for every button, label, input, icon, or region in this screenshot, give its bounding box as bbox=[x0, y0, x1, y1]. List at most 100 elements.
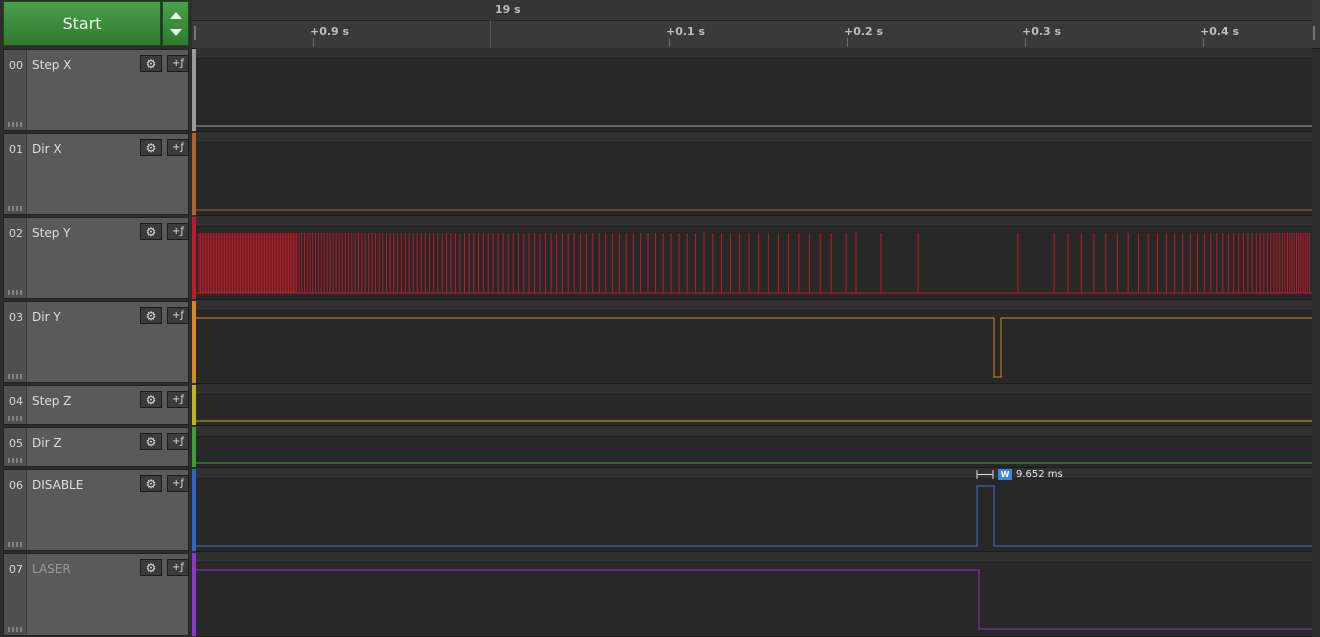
channel-row-dir-z: 05 Dir Z ⚙ +ƒ bbox=[0, 426, 1320, 468]
waveform-step-y[interactable] bbox=[196, 216, 1312, 300]
channel-number-cell: 01 bbox=[4, 134, 27, 214]
grip-icon[interactable] bbox=[8, 122, 22, 127]
channel-label-panel[interactable]: 02 Step Y ⚙ +ƒ bbox=[3, 217, 189, 299]
grip-icon[interactable] bbox=[8, 458, 22, 463]
start-button[interactable]: Start bbox=[3, 1, 161, 46]
waveform-trace bbox=[196, 420, 1312, 422]
channel-name[interactable]: Dir X bbox=[32, 142, 62, 156]
channel-label-panel[interactable]: 05 Dir Z ⚙ +ƒ bbox=[3, 427, 189, 467]
channel-row-dir-x: 01 Dir X ⚙ +ƒ bbox=[0, 132, 1320, 216]
waveform-dir-z[interactable] bbox=[196, 426, 1312, 468]
channel-number: 06 bbox=[9, 479, 23, 492]
channel-row-dir-y: 03 Dir Y ⚙ +ƒ bbox=[0, 300, 1320, 384]
channel-number-cell: 03 bbox=[4, 302, 27, 382]
channel-number-cell: 07 bbox=[4, 554, 27, 635]
channel-name[interactable]: Step Y bbox=[32, 226, 70, 240]
waveform-dir-y[interactable] bbox=[196, 300, 1312, 384]
absolute-time-bar: 19 s bbox=[192, 0, 1312, 21]
channel-label-panel[interactable]: 04 Step Z ⚙ +ƒ bbox=[3, 385, 189, 425]
grip-icon[interactable] bbox=[8, 374, 22, 379]
absolute-time-label: 19 s bbox=[495, 3, 521, 16]
gear-icon[interactable]: ⚙ bbox=[140, 475, 162, 492]
waveform-trace bbox=[196, 485, 1312, 547]
channel-row-step-x: 00 Step X ⚙ +ƒ bbox=[0, 48, 1320, 132]
channel-label-panel[interactable]: 00 Step X ⚙ +ƒ bbox=[3, 49, 189, 131]
channel-name[interactable]: DISABLE bbox=[32, 478, 83, 492]
grip-icon[interactable] bbox=[8, 542, 22, 547]
grip-icon[interactable] bbox=[8, 206, 22, 211]
grip-icon[interactable] bbox=[8, 416, 22, 421]
tick-label: +0.3 s bbox=[1022, 25, 1062, 38]
waveform-trace bbox=[196, 209, 1312, 211]
logic-analyzer-window: Start 19 s +0.9 s +0.1 s +0.2 s +0.3 s +… bbox=[0, 0, 1320, 637]
channel-label-panel[interactable]: 01 Dir X ⚙ +ƒ bbox=[3, 133, 189, 215]
add-analyzer-icon[interactable]: +ƒ bbox=[167, 307, 189, 324]
waveform-trace bbox=[196, 233, 1312, 294]
pulse-width-value: 9.652 ms bbox=[1016, 469, 1063, 480]
width-arrows-icon bbox=[976, 470, 994, 479]
channel-label-panel[interactable]: 07 LASER ⚙ +ƒ bbox=[3, 553, 189, 636]
tick-mark bbox=[313, 38, 314, 47]
channel-name[interactable]: Step Z bbox=[32, 394, 71, 408]
gear-icon[interactable]: ⚙ bbox=[140, 223, 162, 240]
waveform-step-x[interactable] bbox=[196, 48, 1312, 132]
channel-name[interactable]: LASER bbox=[32, 562, 71, 576]
add-analyzer-icon[interactable]: +ƒ bbox=[167, 475, 189, 492]
add-analyzer-icon[interactable]: +ƒ bbox=[167, 433, 189, 450]
gear-icon[interactable]: ⚙ bbox=[140, 139, 162, 156]
gear-icon[interactable]: ⚙ bbox=[140, 433, 162, 450]
waveform-trace bbox=[196, 317, 1312, 378]
channel-number-cell: 06 bbox=[4, 470, 27, 550]
add-analyzer-icon[interactable]: +ƒ bbox=[167, 391, 189, 408]
channel-row-step-z: 04 Step Z ⚙ +ƒ bbox=[0, 384, 1320, 426]
waveform-step-z[interactable] bbox=[196, 384, 1312, 426]
ruler-left-handle[interactable] bbox=[194, 26, 196, 40]
chevron-up-icon[interactable] bbox=[170, 12, 182, 19]
add-analyzer-icon[interactable]: +ƒ bbox=[167, 223, 189, 240]
gear-icon[interactable]: ⚙ bbox=[140, 55, 162, 72]
channel-row-step-y: 02 Step Y ⚙ +ƒ bbox=[0, 216, 1320, 300]
channel-name[interactable]: Dir Z bbox=[32, 436, 62, 450]
pulse-width-measurement[interactable]: W 9.652 ms bbox=[976, 468, 1063, 481]
tick-label: +0.4 s bbox=[1200, 25, 1240, 38]
width-measure-icon: W bbox=[998, 469, 1012, 480]
channel-number: 01 bbox=[9, 143, 23, 156]
add-analyzer-icon[interactable]: +ƒ bbox=[167, 55, 189, 72]
add-analyzer-icon[interactable]: +ƒ bbox=[167, 139, 189, 156]
timeline-ruler[interactable]: 19 s +0.9 s +0.1 s +0.2 s +0.3 s +0.4 s bbox=[192, 0, 1320, 49]
grip-icon[interactable] bbox=[8, 290, 22, 295]
tick-mark bbox=[669, 38, 670, 47]
gear-icon[interactable]: ⚙ bbox=[140, 559, 162, 576]
gear-icon[interactable]: ⚙ bbox=[140, 307, 162, 324]
channel-number-cell: 00 bbox=[4, 50, 27, 130]
waveform-trace bbox=[196, 125, 1312, 127]
channel-number: 00 bbox=[9, 59, 23, 72]
channel-name[interactable]: Step X bbox=[32, 58, 71, 72]
chevron-down-icon[interactable] bbox=[170, 29, 182, 36]
channel-number: 05 bbox=[9, 437, 23, 450]
tick-mark bbox=[847, 38, 848, 47]
channel-number: 04 bbox=[9, 395, 23, 408]
channel-name[interactable]: Dir Y bbox=[32, 310, 61, 324]
tick-label: +0.1 s bbox=[666, 25, 706, 38]
channel-number-cell: 02 bbox=[4, 218, 27, 298]
gear-icon[interactable]: ⚙ bbox=[140, 391, 162, 408]
tick-label: +0.2 s bbox=[844, 25, 884, 38]
waveform-disable[interactable] bbox=[196, 468, 1312, 552]
start-options-spinner[interactable] bbox=[162, 1, 189, 46]
absolute-time-marker bbox=[490, 20, 491, 48]
waveform-laser[interactable] bbox=[196, 552, 1312, 637]
channel-label-panel[interactable]: 06 DISABLE ⚙ +ƒ bbox=[3, 469, 189, 551]
channel-label-panel[interactable]: 03 Dir Y ⚙ +ƒ bbox=[3, 301, 189, 383]
channel-number: 03 bbox=[9, 311, 23, 324]
grip-icon[interactable] bbox=[8, 627, 22, 632]
ruler-right-handle[interactable] bbox=[1313, 26, 1315, 40]
channel-number: 07 bbox=[9, 563, 23, 576]
waveform-trace bbox=[196, 462, 1312, 464]
add-analyzer-icon[interactable]: +ƒ bbox=[167, 559, 189, 576]
tick-label: +0.9 s bbox=[310, 25, 350, 38]
channel-row-laser: 07 LASER ⚙ +ƒ bbox=[0, 552, 1320, 637]
tick-mark bbox=[1025, 38, 1026, 47]
waveform-dir-x[interactable] bbox=[196, 132, 1312, 216]
channel-number: 02 bbox=[9, 227, 23, 240]
